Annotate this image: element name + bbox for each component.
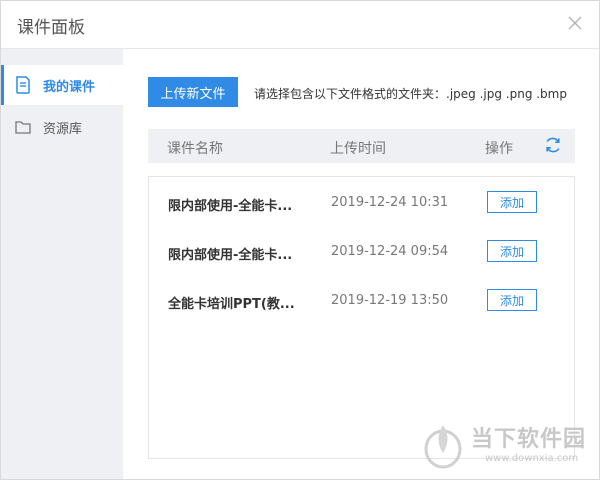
sidebar: 我的课件 资源库 [1,49,123,479]
courseware-table: 限内部使用-全能卡... 2019-12-24 10:31 添加 限内部使用-全… [148,176,575,459]
window-title: 课件面板 [17,18,85,38]
folder-icon [15,121,31,134]
sidebar-item-resource-library[interactable]: 资源库 [1,107,123,147]
watermark: 当下软件园 www.downxia.com [423,419,593,469]
sidebar-item-label: 我的课件 [43,80,96,95]
sidebar-item-my-courseware[interactable]: 我的课件 [1,65,123,105]
add-button[interactable]: 添加 [487,191,537,213]
table-row: 全能卡培训PPT(教... 2019-12-19 13:50 添加 [149,276,574,325]
column-header-upload-time: 上传时间 [330,141,386,157]
courseware-name[interactable]: 限内部使用-全能卡... [168,244,292,263]
upload-time: 2019-12-24 10:31 [331,195,449,210]
refresh-icon[interactable] [543,135,563,155]
table-row: 限内部使用-全能卡... 2019-12-24 09:54 添加 [149,227,574,276]
title-bar: 课件面板 [1,1,599,49]
sidebar-item-label: 资源库 [43,122,83,137]
add-button[interactable]: 添加 [487,289,537,311]
courseware-name[interactable]: 限内部使用-全能卡... [168,195,292,214]
column-header-action: 操作 [485,141,513,157]
upload-time: 2019-12-19 13:50 [331,293,449,308]
course-panel-dialog: 课件面板 我的课件 资源库 上传新文件 请选择包含以下文件格式的文件夹：.jpe… [0,0,600,480]
close-icon[interactable] [565,13,585,33]
add-button[interactable]: 添加 [487,240,537,262]
upload-new-file-button[interactable]: 上传新文件 [148,77,238,107]
column-header-name: 课件名称 [167,141,223,157]
table-row: 限内部使用-全能卡... 2019-12-24 10:31 添加 [149,178,574,227]
document-icon [16,76,30,94]
table-header: 课件名称 上传时间 操作 [148,129,575,163]
upload-time: 2019-12-24 09:54 [331,244,449,259]
file-format-hint: 请选择包含以下文件格式的文件夹：.jpeg .jpg .png .bmp [254,87,567,101]
watermark-url: www.downxia.com [485,453,579,464]
courseware-name[interactable]: 全能卡培训PPT(教... [168,293,295,312]
watermark-logo-icon [424,425,462,469]
watermark-text: 当下软件园 [471,427,587,452]
